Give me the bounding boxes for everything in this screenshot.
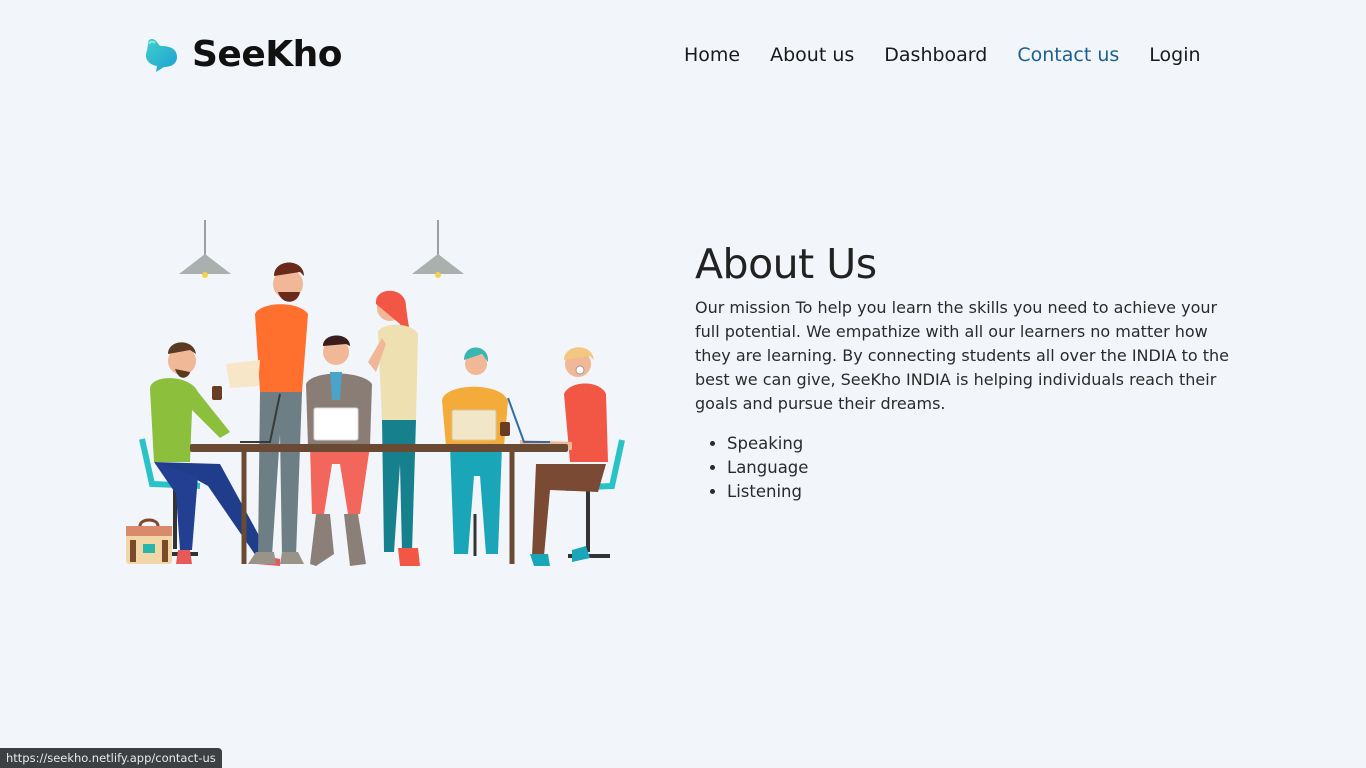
main-nav: Home About us Dashboard Contact us Login [684, 44, 1201, 66]
lamp-icon [412, 220, 464, 278]
about-title: About Us [695, 240, 877, 288]
team-illustration [126, 220, 625, 566]
nav-contact-us[interactable]: Contact us [1017, 44, 1119, 66]
skills-list: Speaking Language Listening [695, 432, 1255, 504]
chat-bubble-logo-icon [145, 38, 177, 72]
about-section: About Us Our mission To help you learn t… [695, 240, 1255, 504]
brand-name: SeeKho [192, 34, 343, 75]
nav-dashboard[interactable]: Dashboard [884, 44, 987, 66]
list-item: Listening [727, 480, 1255, 504]
about-description: Our mission To help you learn the skills… [695, 298, 1229, 413]
page: SeeKho Home About us Dashboard Contact u… [0, 0, 1366, 768]
status-bar-url: https://seekho.netlify.app/contact-us [0, 748, 222, 768]
list-item: Speaking [727, 432, 1255, 456]
list-item: Language [727, 456, 1255, 480]
nav-about-us[interactable]: About us [770, 44, 854, 66]
nav-home[interactable]: Home [684, 44, 740, 66]
brand-link[interactable]: SeeKho [142, 34, 343, 75]
nav-login[interactable]: Login [1149, 44, 1200, 66]
lamp-icon [179, 220, 231, 278]
